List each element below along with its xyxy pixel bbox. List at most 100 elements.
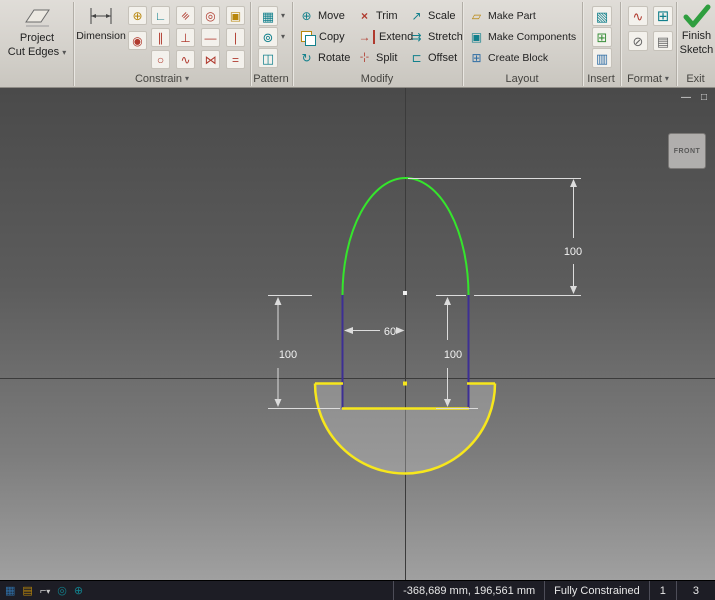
mirror-button[interactable]: ◫ (258, 47, 285, 68)
pattern-panel: ▦ ▾ ⊚ ▾ ◫ (258, 5, 285, 68)
rectangular-pattern-button[interactable]: ▦ ▾ (258, 5, 285, 26)
horizontal-constraint-icon[interactable]: — (201, 28, 220, 47)
exit-panel-label[interactable]: Exit (676, 71, 715, 86)
format-panel: ∿ ⊞ ⊘ ▤ (628, 6, 673, 51)
dimension-button[interactable]: Dimension (76, 4, 126, 42)
dropdown-icon[interactable]: ▾ (185, 74, 189, 83)
format-panel-label[interactable]: Format ▾ (620, 71, 676, 86)
tangent-constraint-icon[interactable]: ○ (151, 50, 170, 69)
sketch-grid-icon[interactable]: ▤ (22, 582, 32, 600)
trim-button[interactable]: × Trim (357, 5, 413, 26)
status-bar: ▦ ▤ ⌐▾ ◎ ⊕ -368,689 mm, 196,561 mm Fully… (0, 580, 715, 600)
center-point-icon[interactable]: ⊘ (628, 31, 648, 51)
scale-button[interactable]: ↗ Scale (409, 5, 463, 26)
trim-icon: × (360, 8, 368, 23)
concentric-constraint-icon[interactable]: ◎ (201, 6, 220, 25)
dimension-extension-lines (268, 178, 581, 409)
smooth-constraint-icon[interactable]: ∿ (176, 50, 195, 69)
vertical-constraint-icon[interactable]: ∣ (226, 28, 245, 47)
rotate-icon: ↻ (301, 50, 312, 65)
selection-filter-icon[interactable]: ⌐▾ (40, 582, 50, 600)
symmetric-constraint-icon[interactable]: ⋈ (201, 50, 220, 69)
acad-import-icon: ▥ (592, 47, 612, 68)
offset-button[interactable]: ⊏ Offset (409, 47, 463, 68)
create-block-icon: ⊞ (471, 50, 482, 65)
dropdown-icon[interactable]: ▾ (665, 74, 669, 83)
minimize-icon[interactable]: — (681, 92, 691, 104)
modify-col-3: ↗ Scale ⇉ Stretch ⊏ Offset (409, 5, 463, 68)
modify-col-2: × Trim → Extend -¦- Split (357, 5, 414, 68)
create-block-button[interactable]: ⊞ Create Block (469, 47, 576, 68)
dropdown-icon[interactable]: ▾ (281, 11, 285, 20)
circle-center-point[interactable] (403, 381, 407, 386)
extend-button[interactable]: → Extend (357, 26, 413, 47)
circular-pattern-button[interactable]: ⊚ ▾ (258, 26, 285, 47)
insert-panel-label[interactable]: Insert (582, 71, 620, 86)
graphics-window[interactable]: 100 100 100 60 — □ FRONT (0, 88, 715, 580)
dimension-right-100[interactable]: 100 (564, 179, 582, 294)
circular-pattern-icon: ⊚ (258, 26, 278, 47)
centerline-icon[interactable]: ⊞ (653, 6, 673, 26)
stretch-icon: ⇉ (411, 29, 422, 44)
move-button[interactable]: ⊕ Move (299, 5, 350, 26)
insert-image-icon: ▧ (592, 5, 612, 26)
cursor-coordinates: -368,689 mm, 196,561 mm (393, 580, 544, 600)
viewcube-front-face[interactable]: FRONT (668, 133, 706, 169)
perpendicular-constraint-icon[interactable]: ⊥ (176, 28, 195, 47)
auto-dimension-icon[interactable]: ⊕ (128, 6, 147, 25)
make-components-button[interactable]: ▣ Make Components (469, 26, 576, 47)
import-points-icon: ⊞ (592, 26, 612, 47)
dropdown-icon[interactable]: ▾ (281, 32, 285, 41)
dimension-width-60[interactable]: 60 (344, 326, 405, 338)
stretch-button[interactable]: ⇉ Stretch (409, 26, 462, 47)
project-label-2: Cut Edges ▾ (7, 46, 67, 58)
show-constraints-icon[interactable]: ◉ (128, 31, 147, 50)
make-part-icon: ▱ (471, 8, 482, 23)
coincident-constraint-icon[interactable]: ∟ (151, 6, 170, 25)
constraint-grid: ∟ ≡ ◎ ▣ ∥ ⊥ — ∣ ○ ∿ ⋈ = (151, 6, 245, 69)
project-cut-edges-icon (25, 9, 50, 27)
status-field-count: 3 (675, 580, 715, 600)
project-cut-edges-button[interactable]: Project Cut Edges ▾ (4, 4, 70, 58)
acad-import-button[interactable]: ▥ (592, 47, 612, 68)
snap-grid-icon[interactable]: ▦ (5, 582, 15, 600)
dimension-label: Dimension (76, 30, 126, 42)
dimension-middle-100[interactable]: 100 (444, 297, 462, 407)
insert-image-button[interactable]: ▧ (592, 5, 612, 26)
restore-icon[interactable]: □ (701, 92, 707, 104)
make-part-button[interactable]: ▱ Make Part (469, 5, 576, 26)
modify-col-1: ⊕ Move Copy ↻ Rotate (299, 5, 350, 68)
constrain-panel-label[interactable]: Constrain ▾ (74, 71, 250, 86)
measure-icon[interactable]: ◎ (57, 582, 67, 600)
layout-panel: ▱ Make Part ▣ Make Components ⊞ Create B… (469, 5, 576, 68)
layout-panel-label[interactable]: Layout (462, 71, 582, 86)
ribbon: Project Cut Edges ▾ Dimension ⊕ ◉ ∟ ≡ ◎ … (0, 0, 715, 88)
ellipse-center-point[interactable] (403, 291, 407, 295)
rotate-button[interactable]: ↻ Rotate (299, 47, 350, 68)
insert-panel: ▧ ⊞ ▥ (592, 5, 612, 68)
copy-button[interactable]: Copy (299, 26, 350, 47)
status-bar-tools: ▦ ▤ ⌐▾ ◎ ⊕ (0, 582, 393, 600)
pattern-panel-label[interactable]: Pattern (250, 71, 292, 86)
dropdown-icon[interactable]: ▾ (62, 48, 66, 57)
modify-panel-label[interactable]: Modify (292, 71, 462, 86)
collinear-constraint-icon[interactable]: ≡ (176, 6, 195, 25)
dimension-text: 60 (384, 326, 396, 338)
import-points-button[interactable]: ⊞ (592, 26, 612, 47)
split-button[interactable]: -¦- Split (357, 47, 413, 68)
pan-icon[interactable]: ⊕ (74, 582, 83, 600)
rectangular-pattern-icon: ▦ (258, 5, 278, 26)
application-window: Project Cut Edges ▾ Dimension ⊕ ◉ ∟ ≡ ◎ … (0, 0, 715, 600)
finish-sketch-icon (683, 4, 710, 28)
dimension-left-100[interactable]: 100 (274, 297, 298, 407)
finish-sketch-button[interactable]: Finish Sketch (678, 4, 715, 56)
finish-label-1: Finish (681, 30, 712, 42)
equal-constraint-icon[interactable]: = (226, 50, 245, 69)
split-icon: -¦- (359, 51, 370, 63)
driven-dimension-icon[interactable]: ▤ (653, 31, 673, 51)
make-components-icon: ▣ (470, 29, 483, 44)
fix-constraint-icon[interactable]: ▣ (226, 6, 245, 25)
parallel-constraint-icon[interactable]: ∥ (151, 28, 170, 47)
scale-icon: ↗ (411, 8, 422, 23)
construction-line-icon[interactable]: ∿ (628, 6, 648, 26)
